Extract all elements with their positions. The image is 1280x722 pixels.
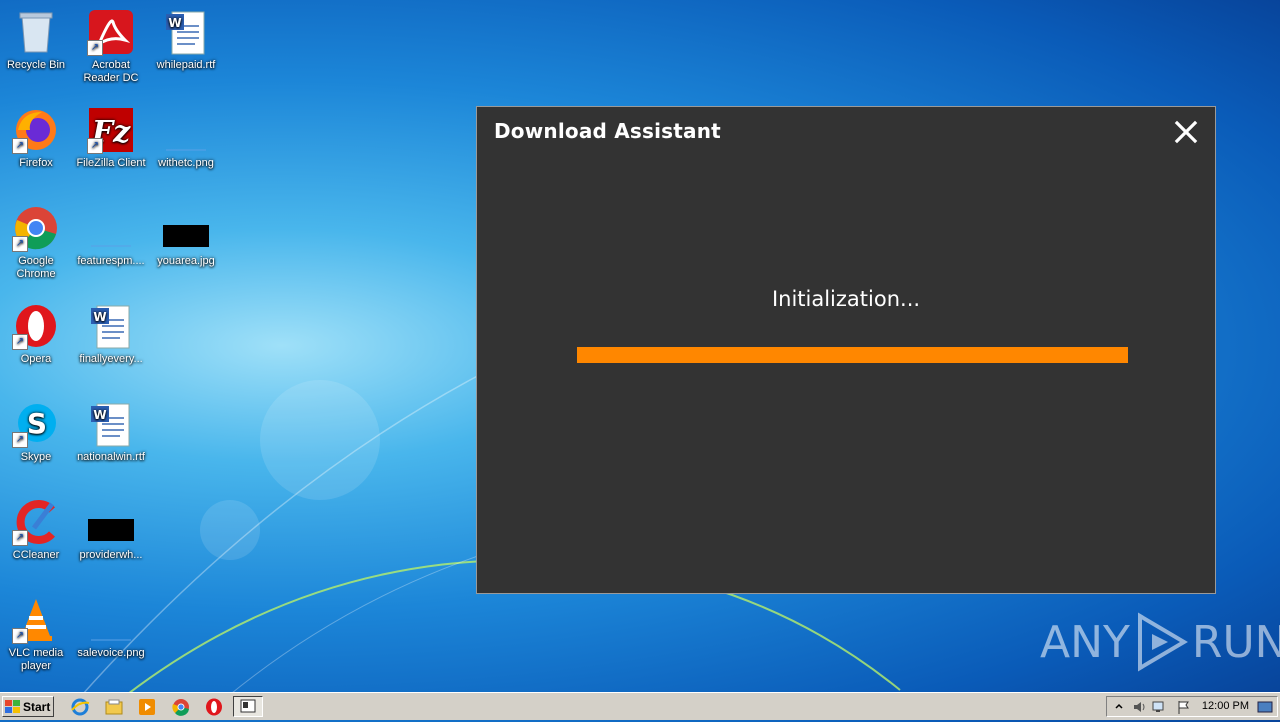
desktop-icon-opera[interactable]: ↗ Opera [0,302,74,366]
media-player-icon[interactable] [137,697,157,717]
image-thumbnail-icon [87,498,135,546]
network-icon[interactable] [1151,699,1167,715]
desktop-icon-providerwh[interactable]: providerwh... [73,498,149,562]
desktop-icon-acrobat[interactable]: ↗ Acrobat Reader DC [73,8,149,85]
desktop-icon-recycle-bin[interactable]: Recycle Bin [0,8,74,72]
opera-icon[interactable] [204,697,224,717]
ccleaner-icon: ↗ [12,498,60,546]
windows-logo-icon [5,699,20,713]
show-hidden-icons-icon[interactable] [1111,699,1127,715]
firefox-icon: ↗ [12,106,60,154]
image-thumbnail-icon [162,204,210,252]
shortcut-arrow-icon: ↗ [12,432,28,448]
image-file-icon [162,106,210,154]
desktop-icon-vlc[interactable]: ↗ VLC media player [0,596,74,673]
chrome-icon: ↗ [12,204,60,252]
action-center-flag-icon[interactable] [1175,699,1191,715]
show-desktop-icon[interactable] [1257,699,1273,715]
status-text: Initialization... [771,287,921,311]
explorer-icon[interactable] [104,697,124,717]
play-logo-icon [1137,612,1188,672]
taskbar-clock[interactable]: 12:00 PM [1202,700,1249,712]
svg-text:W: W [168,16,181,30]
progress-bar [577,347,1128,363]
recycle-bin-icon [12,8,60,56]
acrobat-icon: ↗ [87,8,135,56]
chrome-icon[interactable] [171,697,191,717]
desktop-icon-finallyevery[interactable]: W finallyevery... [73,302,149,366]
desktop-icon-filezilla[interactable]: Fz ↗ FileZilla Client [73,106,149,170]
desktop-icon-youarea[interactable]: youarea.jpg [148,204,224,268]
dialog-title: Download Assistant [494,119,721,143]
shortcut-arrow-icon: ↗ [12,628,28,644]
watermark-text-right: RUN [1191,616,1280,668]
desktop-icon-salevoice[interactable]: salevoice.png [73,596,149,660]
opera-icon: ↗ [12,302,60,350]
desktop-icon-skype[interactable]: S ↗ Skype [0,400,74,464]
desktop-icon-featurespm[interactable]: featurespm.... [73,204,149,268]
image-file-icon [87,204,135,252]
window-app-icon [240,699,256,713]
shortcut-arrow-icon: ↗ [87,138,103,154]
download-assistant-dialog: Download Assistant Initialization... [476,106,1216,594]
desktop-icon-ccleaner[interactable]: ↗ CCleaner [0,498,74,562]
word-document-icon: W [87,400,135,448]
filezilla-icon: Fz ↗ [87,106,135,154]
desktop-icon-firefox[interactable]: ↗ Firefox [0,106,74,170]
taskbar: Start 12:00 PM [0,692,1280,720]
desktop-icon-chrome[interactable]: ↗ Google Chrome [0,204,74,281]
svg-text:W: W [93,310,106,324]
svg-text:S: S [27,407,47,440]
shortcut-arrow-icon: ↗ [87,40,103,56]
start-button[interactable]: Start [2,696,54,717]
ie-icon[interactable] [70,697,90,717]
taskbar-window-button[interactable] [233,696,263,717]
shortcut-arrow-icon: ↗ [12,236,28,252]
watermark-text-left: ANY [1040,616,1130,668]
desktop-icon-whilepaid[interactable]: W whilepaid.rtf [148,8,224,72]
shortcut-arrow-icon: ↗ [12,138,28,154]
vlc-icon: ↗ [12,596,60,644]
svg-text:W: W [93,408,106,422]
shortcut-arrow-icon: ↗ [12,530,28,546]
shortcut-arrow-icon: ↗ [12,334,28,350]
system-tray: 12:00 PM [1106,696,1278,717]
desktop-icon-withetc[interactable]: withetc.png [148,106,224,170]
word-document-icon: W [162,8,210,56]
desktop-icon-nationalwin[interactable]: W nationalwin.rtf [73,400,149,464]
start-label: Start [23,699,51,714]
skype-icon: S ↗ [12,400,60,448]
close-icon[interactable] [1173,119,1199,145]
image-file-icon [87,596,135,644]
word-document-icon: W [87,302,135,350]
volume-icon[interactable] [1131,699,1147,715]
anyrun-watermark: ANY RUN [1040,612,1280,672]
progress-bar-fill [577,347,1128,363]
